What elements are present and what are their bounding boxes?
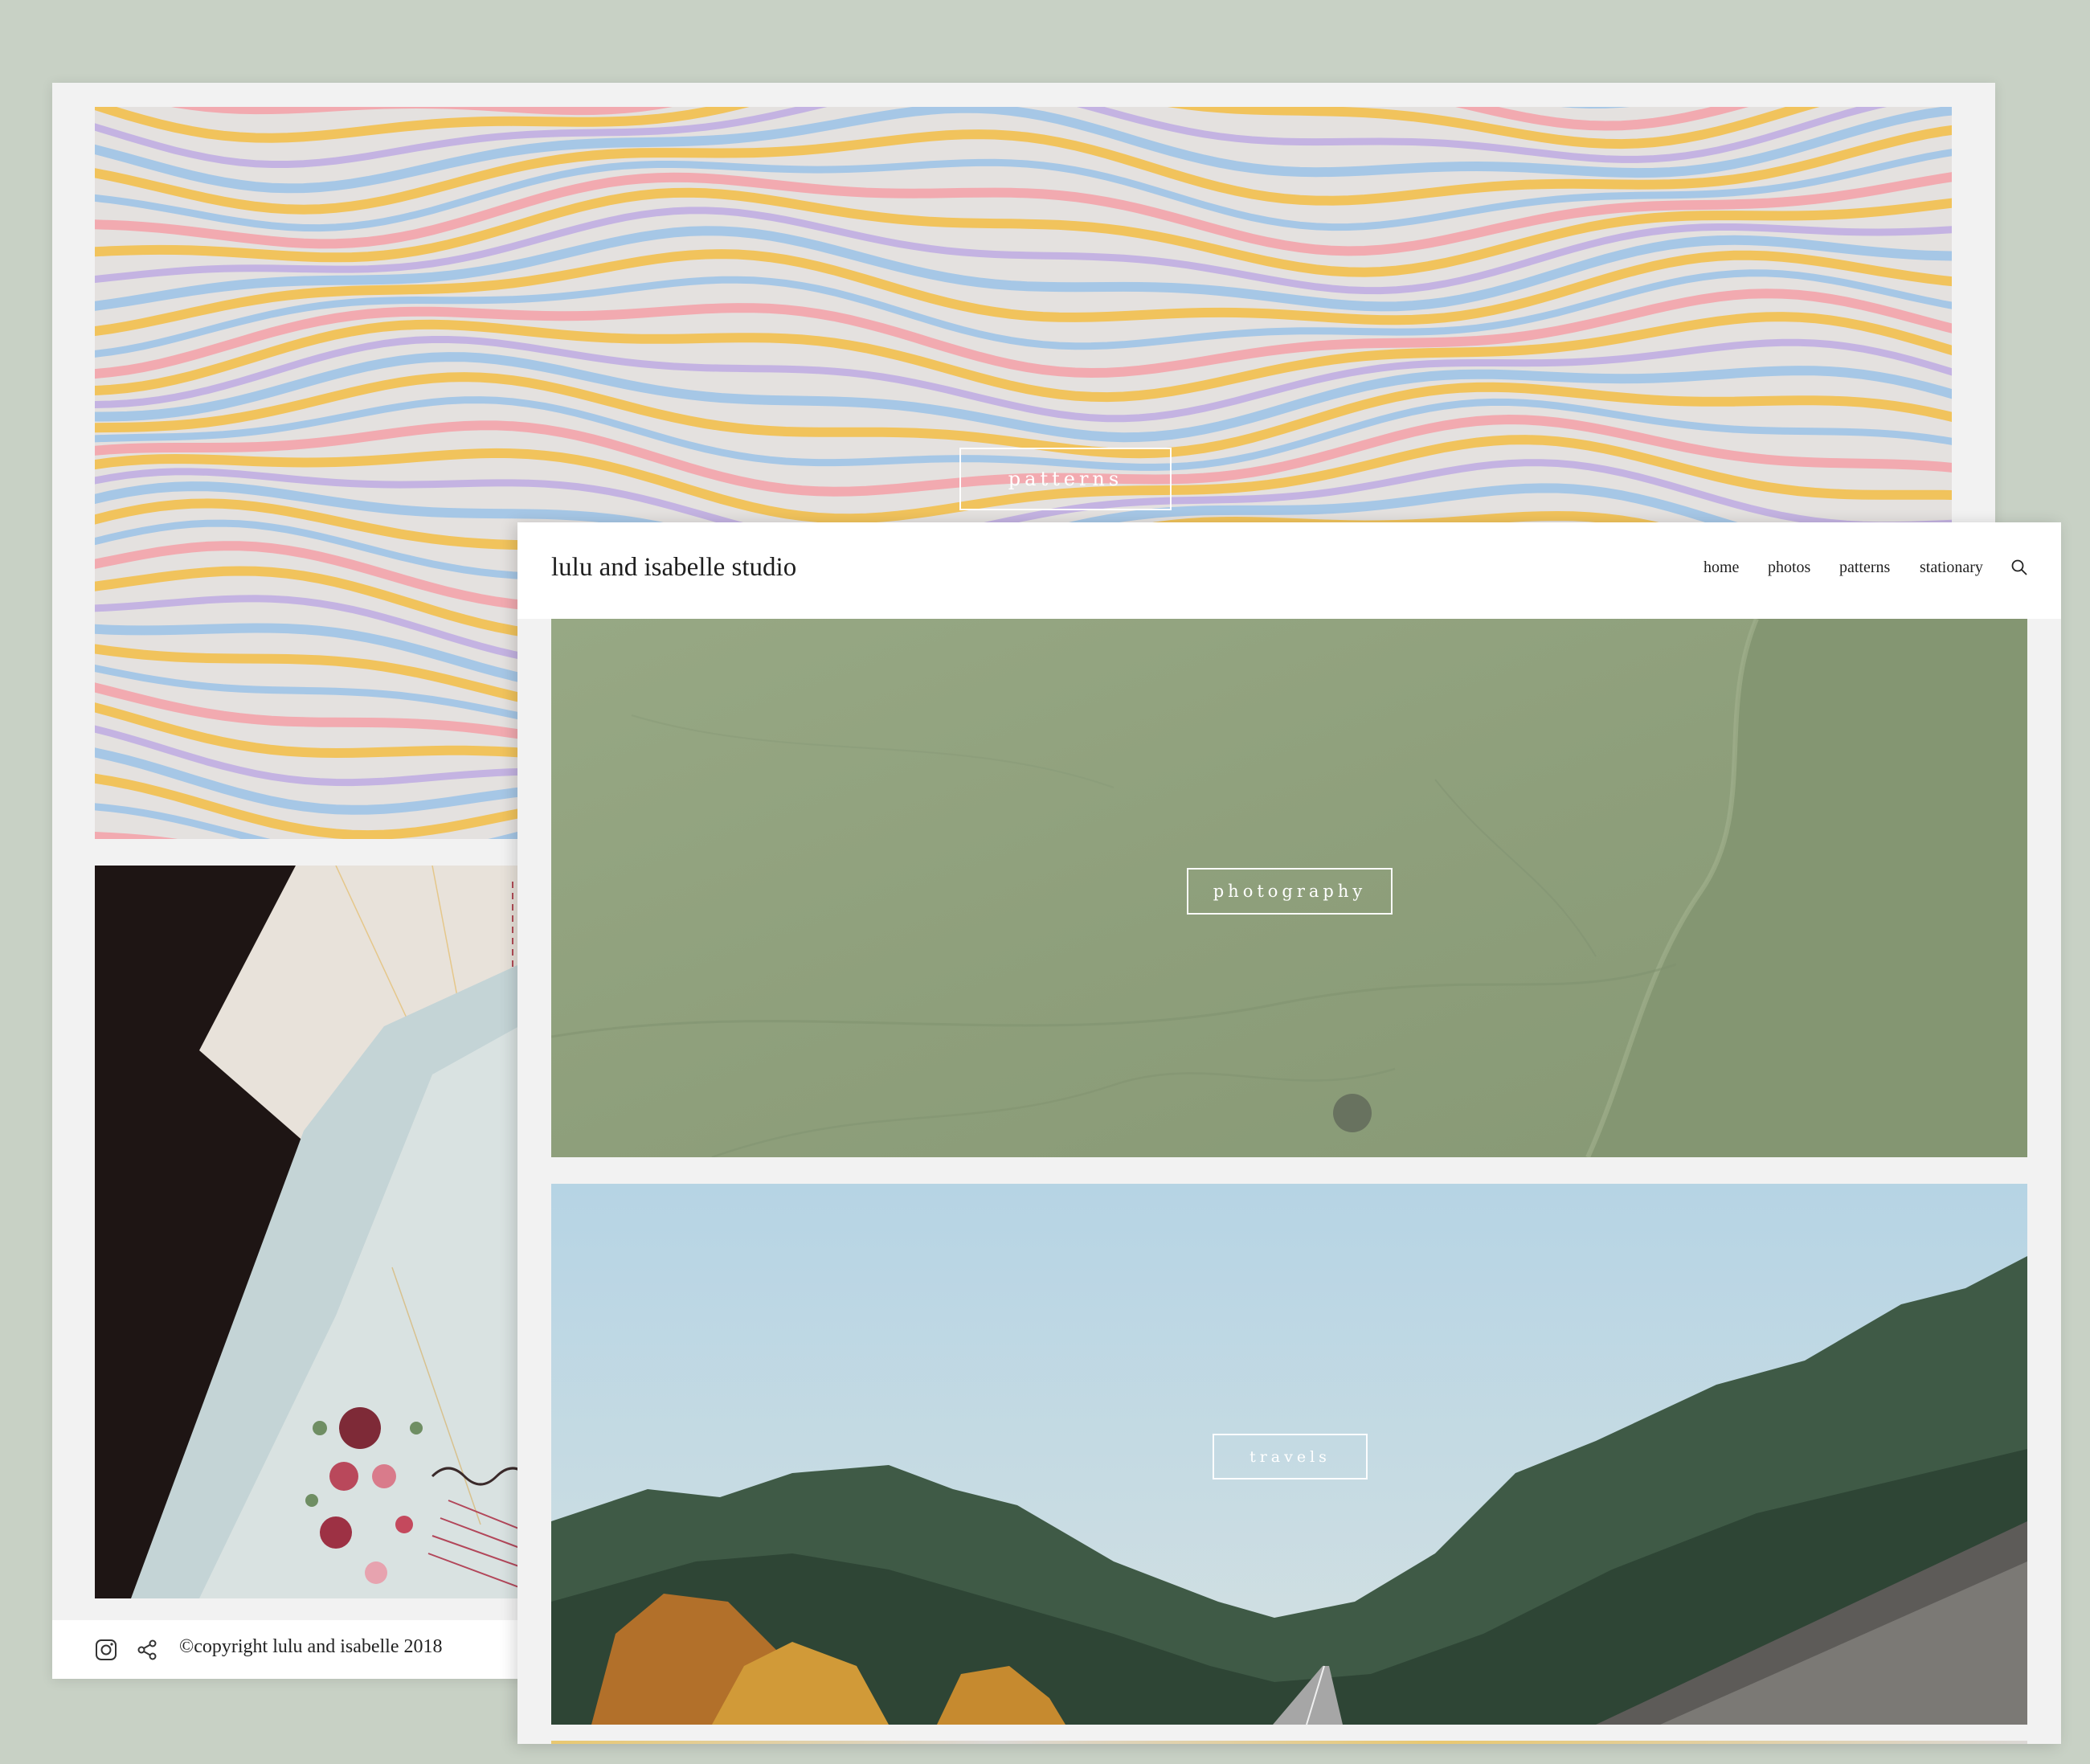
site-title[interactable]: lulu and isabelle studio: [551, 553, 796, 583]
stationery-tile[interactable]: [95, 866, 577, 1598]
nav-photos[interactable]: photos: [1768, 559, 1810, 577]
front-window: lulu and isabelle studio home photos pat…: [517, 522, 2061, 1744]
nav-patterns[interactable]: patterns: [1839, 559, 1890, 577]
travels-section[interactable]: travels: [551, 1184, 2027, 1725]
wedding-stationery-image: [95, 866, 577, 1598]
site-header: lulu and isabelle studio home photos pat…: [517, 522, 2061, 619]
scroll-indicator[interactable]: [1333, 1094, 1372, 1132]
share-icon[interactable]: [135, 1638, 159, 1662]
photography-section[interactable]: photography: [551, 619, 2027, 1157]
nav-stationary[interactable]: stationary: [1920, 559, 1983, 577]
travels-button[interactable]: travels: [1213, 1434, 1368, 1480]
nav-home[interactable]: home: [1703, 559, 1739, 577]
next-section-peek: [551, 1741, 2027, 1744]
copyright-text: ©copyright lulu and isabelle 2018: [179, 1636, 443, 1657]
search-icon[interactable]: [2010, 558, 2029, 577]
patterns-button[interactable]: patterns: [959, 448, 1172, 510]
photography-button[interactable]: photography: [1187, 868, 1393, 915]
instagram-icon[interactable]: [94, 1638, 118, 1662]
